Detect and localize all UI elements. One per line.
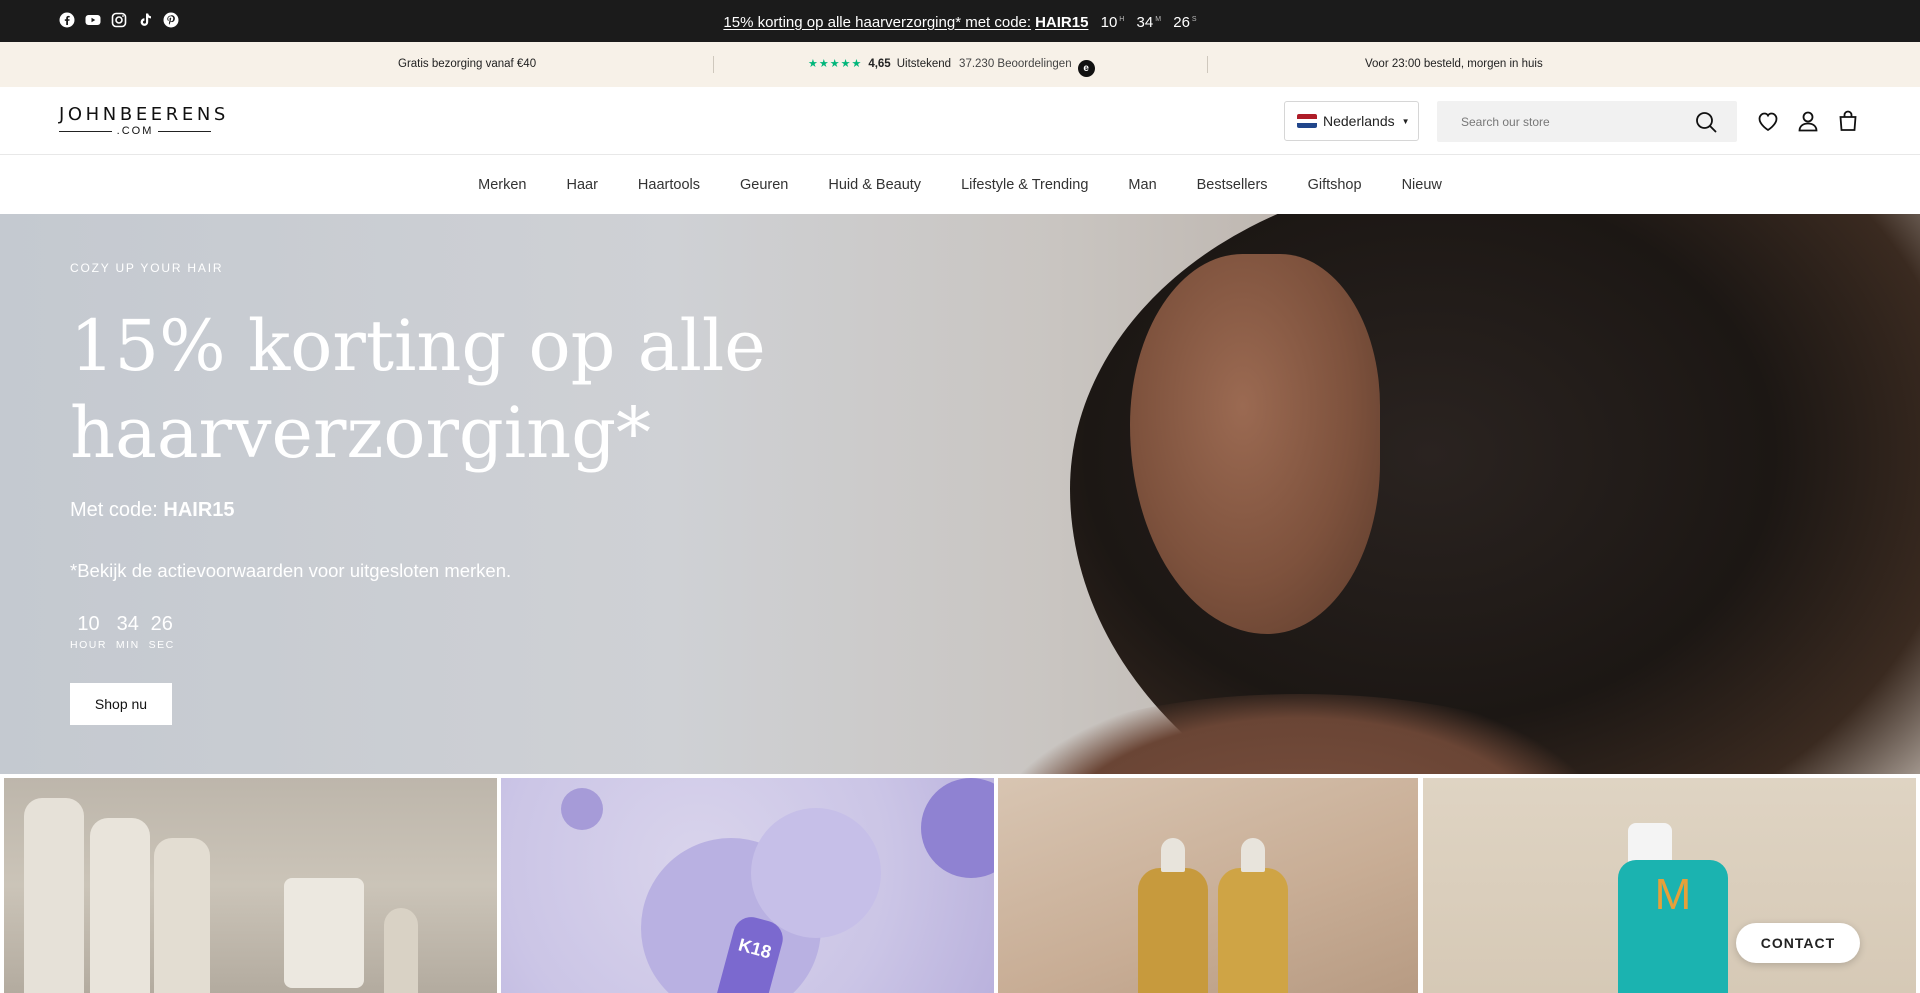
hero-terms-note: *Bekijk de actievoorwaarden voor uitgesl… xyxy=(70,560,512,581)
promo-text: 15% korting op alle haarverzorging* met … xyxy=(723,14,1032,31)
nav-item-lifestyle-trending[interactable]: Lifestyle & Trending xyxy=(961,177,1088,193)
logo-wordmark: JOHNBEERENS xyxy=(59,104,229,125)
dropper-cap xyxy=(1241,838,1265,872)
bottle-cap xyxy=(1628,823,1672,863)
product-jar xyxy=(284,878,364,988)
nav-item-haar[interactable]: Haar xyxy=(566,177,597,193)
logo-domain: .COM xyxy=(116,125,154,137)
dropper-cap xyxy=(1161,838,1185,872)
chevron-down-icon: ▼ xyxy=(1401,116,1410,126)
hero-eyebrow: COZY UP YOUR HAIR xyxy=(70,261,224,275)
product-bottle xyxy=(24,798,84,993)
nav-item-haartools[interactable]: Haartools xyxy=(638,177,700,193)
usp-divider xyxy=(1207,56,1208,73)
countdown-minutes: 34 MIN xyxy=(115,613,140,651)
oil-bottle xyxy=(1138,868,1208,993)
search-bar xyxy=(1437,101,1737,142)
promo-tile-k18[interactable]: K18 xyxy=(501,778,994,993)
wishlist-heart-icon[interactable] xyxy=(1756,109,1780,133)
countdown-hours: 10 HOUR xyxy=(70,613,107,651)
promo-tile-schwarzkopf[interactable] xyxy=(4,778,497,993)
nav-item-bestsellers[interactable]: Bestsellers xyxy=(1197,177,1268,193)
nav-item-nieuw[interactable]: Nieuw xyxy=(1402,177,1442,193)
account-user-icon[interactable] xyxy=(1796,109,1820,133)
countdown-seconds: 26 SEC xyxy=(148,613,175,651)
oil-bottle xyxy=(1218,868,1288,993)
review-badge-icon: e xyxy=(1077,60,1095,77)
promo-code: HAIR15 xyxy=(1035,14,1089,31)
hero-title: 15% korting op alle haarverzorging* xyxy=(70,305,766,474)
hero-countdown: 10 HOUR 34 MIN 26 SEC xyxy=(70,612,175,651)
language-label: Nederlands xyxy=(1323,113,1395,129)
rating-stars: ★★★★★ xyxy=(808,58,863,70)
usp-shipping: Gratis bezorging vanaf €40 xyxy=(398,58,537,70)
search-input[interactable] xyxy=(1437,101,1687,142)
usp-bar: Gratis bezorging vanaf €40 ★★★★★ 4,65 Uits… xyxy=(0,42,1920,87)
language-selector[interactable]: Nederlands ▼ xyxy=(1284,101,1419,141)
announcement-bar: 15% korting op alle haarverzorging* met … xyxy=(0,0,1920,42)
decor-sphere xyxy=(751,808,881,938)
search-icon[interactable] xyxy=(1695,111,1717,133)
rating-label: Uitstekend xyxy=(896,58,952,70)
netherlands-flag-icon xyxy=(1297,114,1317,128)
logo-line xyxy=(158,130,212,132)
promo-banner[interactable]: 15% korting op alle haarverzorging* met … xyxy=(0,11,1920,32)
nav-item-man[interactable]: Man xyxy=(1128,177,1156,193)
site-logo[interactable]: JOHNBEERENS .COM xyxy=(59,104,229,137)
countdown-hours: 10 H xyxy=(1100,14,1125,31)
product-bottle xyxy=(90,818,150,993)
decor-sphere xyxy=(921,778,994,878)
moroccanoil-bottle: M xyxy=(1618,860,1728,993)
main-navigation: Merken Haar Haartools Geuren Huid & Beau… xyxy=(0,156,1920,214)
usp-divider xyxy=(713,56,714,73)
hero-code-line: Met code: HAIR15 xyxy=(70,499,235,522)
hero-code: HAIR15 xyxy=(163,499,235,521)
decor-sphere xyxy=(561,788,603,830)
nav-item-geuren[interactable]: Geuren xyxy=(740,177,788,193)
logo-line xyxy=(59,130,112,132)
product-dropper xyxy=(384,908,418,993)
usp-delivery: Voor 23:00 besteld, morgen in huis xyxy=(1365,58,1543,70)
hero-code-label: Met code: xyxy=(70,499,158,521)
trustpilot-rating[interactable]: ★★★★★ 4,65 Uitstekend 37.230 Beoordelingen e xyxy=(808,57,1095,77)
nav-item-giftshop[interactable]: Giftshop xyxy=(1308,177,1362,193)
product-bottle xyxy=(154,838,210,993)
site-header: JOHNBEERENS .COM Nederlands ▼ xyxy=(0,87,1920,155)
rating-value: 4,65 xyxy=(868,58,891,70)
nav-item-huid-beauty[interactable]: Huid & Beauty xyxy=(828,177,921,193)
countdown-minutes: 34 M xyxy=(1136,14,1162,31)
promo-link[interactable]: 15% korting op alle haarverzorging* met … xyxy=(723,14,1088,31)
hero-banner[interactable]: COZY UP YOUR HAIR 15% korting op alle ha… xyxy=(0,214,1920,774)
review-count: 37.230 Beoordelingen xyxy=(959,58,1072,70)
nav-item-merken[interactable]: Merken xyxy=(478,177,526,193)
promo-tile-oils[interactable] xyxy=(998,778,1418,993)
countdown-seconds: 26 S xyxy=(1173,14,1197,31)
contact-button[interactable]: CONTACT xyxy=(1736,923,1860,963)
cart-bag-icon[interactable] xyxy=(1836,109,1860,133)
shop-now-button[interactable]: Shop nu xyxy=(70,683,172,725)
